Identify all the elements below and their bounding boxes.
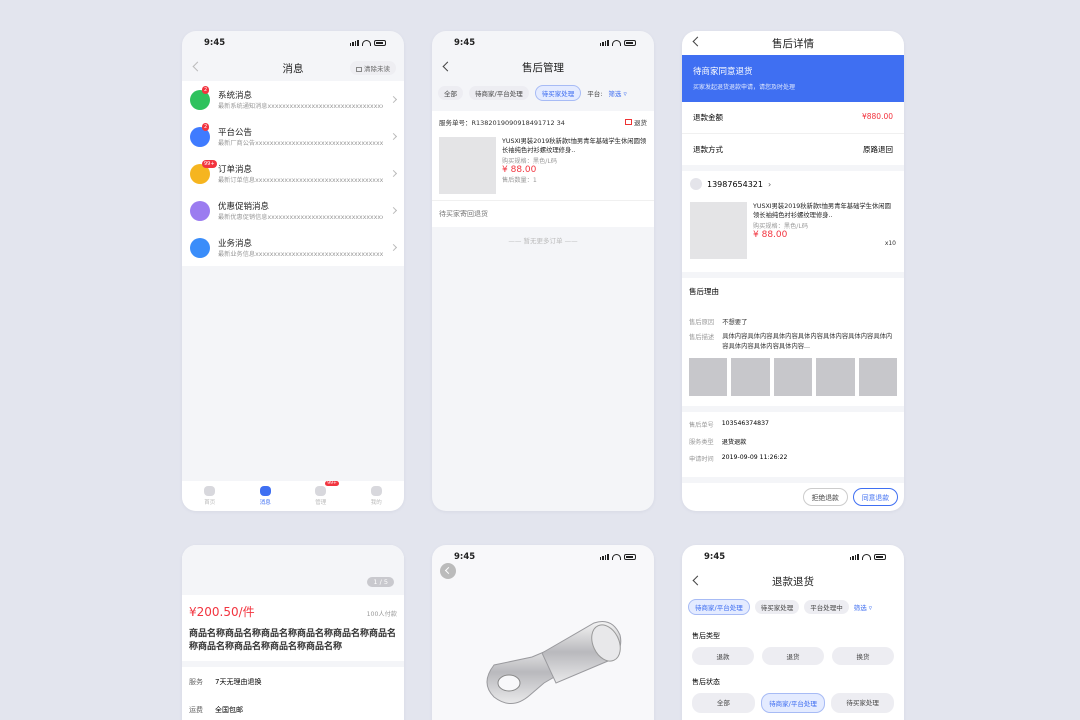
message-preview: 最新优惠促销信息xxxxxxxxxxxxxxxxxxxxxxxxxxxxxxxx [218, 214, 383, 221]
refund-return-screen: 9:45 退款退货 待商家/平台处理 待买家处理 平台处理中 筛选 ▿ 售后类型… [682, 545, 904, 720]
unread-badge: 2 [202, 122, 210, 131]
image-pager: 1 / 5 [367, 577, 394, 587]
filter-bar: 全部 待商家/平台处理 待买家处理 平台: 筛选 ▿ [432, 79, 654, 107]
message-title: 平台公告 [218, 128, 253, 138]
message-title: 业务消息 [218, 239, 253, 249]
back-icon[interactable] [692, 36, 703, 47]
page-title: 退款退货 [772, 575, 814, 588]
order-status: 待买家寄回退货 [432, 200, 654, 227]
user-icon [690, 178, 702, 190]
tab-item[interactable]: 首页 [204, 486, 215, 506]
message-title: 系统消息 [218, 91, 253, 101]
type-exchange[interactable]: 换货 [832, 647, 894, 665]
order-number: 服务单号：R1382019090918491712 34 [439, 119, 565, 127]
cable-lug-image [486, 621, 622, 704]
filter-merchant[interactable]: 待商家/平台处理 [688, 599, 750, 615]
filter-platform[interactable]: 平台: [587, 88, 602, 98]
message-item[interactable]: 99+ 订单消息最新订单信息xxxxxxxxxxxxxxxxxxxxxxxxxx… [182, 155, 404, 192]
product-image [439, 137, 496, 194]
category-icon: 2 [190, 85, 210, 110]
page-title: 售后详情 [772, 37, 814, 50]
info-row: 申请时间 2019-09-09 11:26:22 [689, 454, 788, 464]
type-return[interactable]: 退货 [762, 647, 824, 665]
back-icon[interactable] [692, 575, 703, 586]
info-row: 服务类型 退货退款 [689, 439, 747, 447]
agree-refund-button[interactable]: 同意退款 [852, 488, 898, 506]
order-card[interactable]: 服务单号：R1382019090918491712 34 退货 YUSXI男装20… [432, 111, 654, 200]
chevron-right-icon [389, 169, 398, 178]
filter-button[interactable]: 筛选 ▿ [854, 602, 872, 612]
message-item[interactable]: 2 平台公告最新厂商公告xxxxxxxxxxxxxxxxxxxxxxxxxxxx… [182, 118, 404, 155]
tab-item[interactable]: 管理 99+ [315, 481, 339, 506]
filter-buyer[interactable]: 待买家处理 [754, 600, 800, 614]
goods-name: 商品名称商品名称商品名称商品名称商品名称商品名称商品名称商品名称商品名称商品名称 [189, 629, 397, 652]
tab-icon [259, 486, 271, 496]
category-icon [190, 200, 210, 221]
message-preview: 最新厂商公告xxxxxxxxxxxxxxxxxxxxxxxxxxxxxxxxxx… [218, 140, 383, 147]
clear-unread-button[interactable]: 清除未读 [350, 61, 396, 75]
message-preview: 最新业务信息xxxxxxxxxxxxxxxxxxxxxxxxxxxxxxxxxx… [218, 251, 383, 258]
return-icon [625, 119, 632, 125]
state-all[interactable]: 全部 [692, 693, 755, 713]
messages-screen: 9:45 消息 清除未读 2 系统消息最新系统通知消息xxxxxxxxxxxxx… [182, 31, 404, 511]
tab-icon [315, 486, 327, 496]
status-bar: 9:45 [182, 31, 404, 55]
page-title: 消息 [282, 62, 304, 75]
filter-merchant[interactable]: 待商家/平台处理 [469, 86, 529, 100]
tab-item[interactable]: 我的 [370, 486, 382, 506]
evidence-images [682, 352, 904, 402]
unread-badge: 99+ [202, 159, 217, 168]
tab-bar: 首页 消息 管理 99+ 我的 [182, 481, 404, 511]
back-icon[interactable] [192, 61, 203, 72]
message-item[interactable]: 优惠促销消息最新优惠促销信息xxxxxxxxxxxxxxxxxxxxxxxxxx… [182, 192, 404, 229]
filter-platform[interactable]: 平台处理中 [804, 600, 849, 614]
filter-all[interactable]: 全部 [438, 86, 463, 100]
chevron-right-icon [389, 243, 398, 252]
aftersale-detail-screen: 售后详情 待商家同意退货 买家发起退货退款申请，请您及时处理 退款金额 ¥880.0… [682, 31, 904, 511]
message-list: 2 系统消息最新系统通知消息xxxxxxxxxxxxxxxxxxxxxxxxxx… [182, 81, 404, 266]
no-more-text: —— 暂无更多订单 —— [508, 237, 578, 245]
state-buyer[interactable]: 待买家处理 [831, 693, 895, 713]
message-preview: 最新系统通知消息xxxxxxxxxxxxxxxxxxxxxxxxxxxxxxxx [218, 103, 383, 110]
status-banner: 待商家同意退货 买家发起退货退款申请，请您及时处理 [682, 55, 904, 102]
wifi-icon [362, 40, 371, 46]
message-item[interactable]: 业务消息最新业务信息xxxxxxxxxxxxxxxxxxxxxxxxxxxxxx… [182, 229, 404, 266]
message-title: 订单消息 [218, 165, 253, 175]
buyer-row[interactable]: 13987654321 › [682, 171, 904, 197]
state-merchant[interactable]: 待商家/平台处理 [760, 693, 826, 713]
chevron-right-icon [389, 206, 398, 215]
clear-icon [356, 67, 362, 72]
tab-icon [370, 486, 382, 496]
message-title: 优惠促销消息 [218, 202, 270, 212]
unread-badge: 2 [202, 85, 210, 94]
chevron-right-icon [389, 95, 398, 104]
message-preview: 最新订单信息xxxxxxxxxxxxxxxxxxxxxxxxxxxxxxxxxx… [218, 177, 383, 184]
product-image-screen: 9:45 [432, 545, 654, 720]
info-row: 售后单号 103546374837 [689, 420, 769, 430]
tab-item[interactable]: 消息 [259, 486, 271, 506]
category-icon [190, 237, 210, 258]
filter-buyer[interactable]: 待买家处理 [534, 85, 582, 101]
page-title: 售后管理 [522, 61, 564, 74]
back-icon[interactable] [442, 61, 453, 72]
reject-refund-button[interactable]: 拒绝退款 [802, 488, 848, 506]
aftersale-management-screen: 9:45 售后管理 全部 待商家/平台处理 待买家处理 平台: 筛选 ▿ 服务单… [432, 31, 654, 511]
message-item[interactable]: 2 系统消息最新系统通知消息xxxxxxxxxxxxxxxxxxxxxxxxxx… [182, 81, 404, 118]
goods-detail-screen: 1 / 5 ¥200.50/件 100人付款 商品名称商品名称商品名称商品名称商品… [182, 545, 404, 720]
type-refund[interactable]: 退款 [692, 647, 754, 665]
filter-button[interactable]: 筛选 ▿ [608, 88, 626, 98]
goods-price: ¥200.50/件 [189, 605, 255, 619]
category-icon: 2 [190, 122, 210, 147]
chevron-right-icon [389, 132, 398, 141]
tab-icon [204, 486, 216, 496]
category-icon: 99+ [190, 159, 217, 184]
product-image [690, 202, 747, 259]
battery-icon [374, 40, 386, 46]
refund-amount: ¥880.00 [861, 112, 893, 121]
